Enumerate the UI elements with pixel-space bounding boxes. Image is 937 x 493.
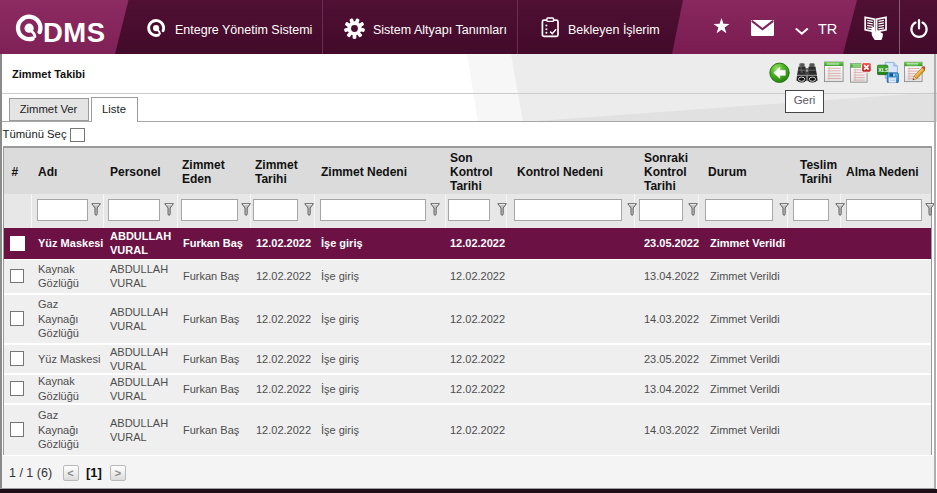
svg-text:XLS: XLS bbox=[878, 67, 889, 73]
